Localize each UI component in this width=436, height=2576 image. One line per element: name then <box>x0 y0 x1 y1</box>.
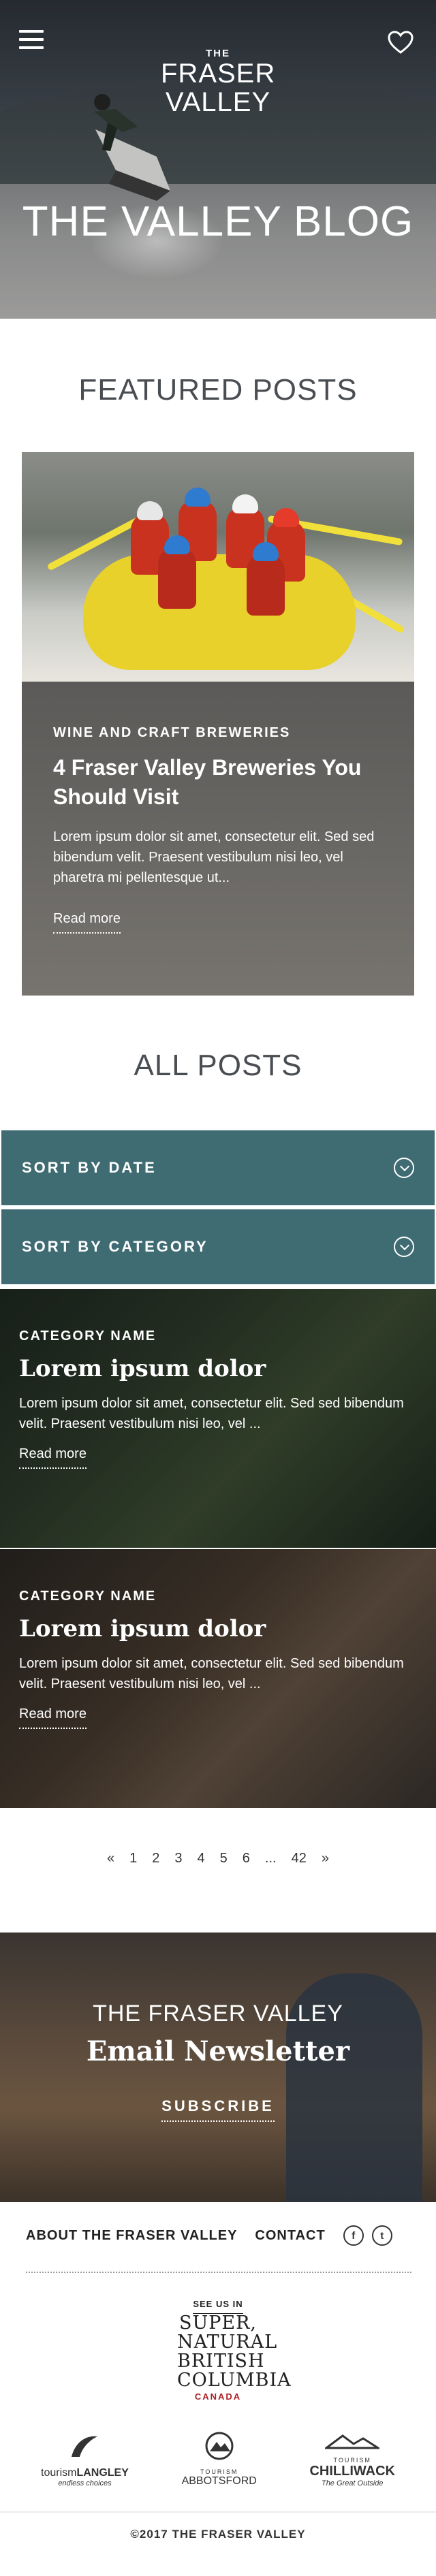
post-title[interactable]: Lorem ipsum dolor <box>19 1615 417 1642</box>
newsletter-title: Email Newsletter <box>86 2035 350 2067</box>
chilliwack-mark-icon <box>323 2434 382 2449</box>
subscribe-link[interactable]: SUBSCRIBE <box>161 2097 275 2122</box>
sort-by-category-label: SORT BY CATEGORY <box>22 1238 208 1255</box>
footer-divider <box>26 2272 411 2273</box>
sbc-line: BRITISH <box>177 2351 265 2372</box>
chevron-down-circle-icon <box>394 1158 414 1178</box>
featured-post-body: WINE AND CRAFT BREWERIES 4 Fraser Valley… <box>22 682 414 996</box>
pagination-page[interactable]: 1 <box>129 1851 137 1866</box>
post-excerpt: Lorem ipsum dolor sit amet, consectetur … <box>19 1656 404 1691</box>
featured-post-image <box>22 452 414 682</box>
twitter-icon[interactable]: t <box>371 2225 392 2246</box>
copyright-divider <box>0 2511 436 2513</box>
tourism-abbotsford-logo[interactable]: TOURISM ABBOTSFORD <box>182 2431 257 2487</box>
all-posts-heading: ALL POSTS <box>134 1049 302 1082</box>
sbc-canada: CANADA <box>194 2391 242 2402</box>
sort-by-date-label: SORT BY DATE <box>22 1159 157 1176</box>
post-card[interactable]: CATEGORY NAME Lorem ipsum dolor Lorem ip… <box>0 1289 436 1548</box>
pagination-prev[interactable]: « <box>107 1851 114 1866</box>
partner-name: tourism <box>41 2467 77 2479</box>
logo-the: THE <box>206 48 230 59</box>
sort-by-date-dropdown[interactable]: SORT BY DATE <box>1 1130 435 1205</box>
abbotsford-mark-icon <box>205 2432 234 2460</box>
partner-tagline: The Great Outside <box>321 2479 384 2487</box>
pagination-page[interactable]: 4 <box>198 1851 205 1866</box>
tourism-chilliwack-logo[interactable]: TOURISM CHILLIWACK The Great Outside <box>309 2433 395 2487</box>
post-title[interactable]: Lorem ipsum dolor <box>19 1355 417 1382</box>
featured-post-title[interactable]: 4 Fraser Valley Breweries You Should Vis… <box>53 753 383 812</box>
newsletter-subtitle: THE FRASER VALLEY <box>93 2001 343 2026</box>
pagination-ellipsis: ... <box>264 1851 277 1866</box>
sbc-line: COLUMBIA <box>177 2370 292 2391</box>
about-link[interactable]: ABOUT THE FRASER VALLEY <box>26 2228 237 2244</box>
newsletter-banner: THE FRASER VALLEY Email Newsletter SUBSC… <box>0 1933 436 2202</box>
featured-read-more-link[interactable]: Read more <box>53 911 121 934</box>
copyright-text: ©2017 THE FRASER VALLEY <box>130 2528 306 2541</box>
partner-name: TOURISM <box>200 2468 238 2475</box>
chevron-down-circle-icon <box>394 1237 414 1257</box>
pagination-next[interactable]: » <box>322 1851 329 1866</box>
pagination-page[interactable]: 3 <box>174 1851 182 1866</box>
post-read-more-link[interactable]: Read more <box>19 1706 87 1729</box>
partner-tagline: endless choices <box>58 2479 112 2487</box>
super-natural-bc-logo[interactable]: SEE US IN SUPER, NATURAL BRITISH COLUMBI… <box>177 2298 292 2402</box>
featured-post-card[interactable]: WINE AND CRAFT BREWERIES 4 Fraser Valley… <box>22 452 414 996</box>
page-title: THE VALLEY BLOG <box>22 198 414 245</box>
partner-name: TOURISM <box>333 2457 371 2464</box>
partner-name-bold: LANGLEY <box>76 2467 129 2479</box>
post-category: CATEGORY NAME <box>19 1589 157 1604</box>
sbc-see-us-in: SEE US IN <box>193 2299 243 2314</box>
post-read-more-link[interactable]: Read more <box>19 1446 87 1469</box>
featured-post-category: WINE AND CRAFT BREWERIES <box>53 725 291 740</box>
sbc-line: NATURAL <box>177 2332 278 2353</box>
sort-by-category-dropdown[interactable]: SORT BY CATEGORY <box>1 1209 435 1284</box>
hamburger-menu-icon[interactable] <box>19 30 44 50</box>
featured-posts-heading: FEATURED POSTS <box>78 373 358 407</box>
tourism-langley-logo[interactable]: tourismLANGLEY endless choices <box>41 2432 129 2487</box>
pagination: « 1 2 3 4 5 6 ... 42 » <box>0 1851 436 1866</box>
contact-link[interactable]: CONTACT <box>255 2228 325 2244</box>
pagination-page[interactable]: 5 <box>220 1851 228 1866</box>
post-card[interactable]: CATEGORY NAME Lorem ipsum dolor Lorem ip… <box>0 1549 436 1808</box>
langley-mark-icon <box>72 2436 98 2457</box>
partner-logos: tourismLANGLEY endless choices TOURISM A… <box>41 2431 395 2487</box>
post-excerpt: Lorem ipsum dolor sit amet, consectetur … <box>19 1396 404 1431</box>
post-category: CATEGORY NAME <box>19 1329 157 1343</box>
pagination-page[interactable]: 2 <box>152 1851 159 1866</box>
logo-name-line2: VALLEY <box>165 87 271 117</box>
partner-name-bold: ABBOTSFORD <box>181 2475 257 2487</box>
facebook-icon[interactable]: f <box>343 2225 364 2246</box>
logo-name-line1: FRASER <box>161 59 276 89</box>
footer-nav: ABOUT THE FRASER VALLEY CONTACT f t <box>26 2225 414 2246</box>
sbc-line: SUPER, <box>178 2312 258 2334</box>
partner-name-bold: CHILLIWACK <box>309 2464 395 2479</box>
heart-icon[interactable] <box>387 30 414 54</box>
pagination-page[interactable]: 6 <box>243 1851 250 1866</box>
hero-banner: THE FRASER VALLEY THE VALLEY BLOG <box>0 0 436 319</box>
site-logo[interactable]: THE FRASER VALLEY <box>161 48 275 116</box>
pagination-page[interactable]: 42 <box>292 1851 307 1866</box>
featured-post-excerpt: Lorem ipsum dolor sit amet, consectetur … <box>53 829 375 885</box>
